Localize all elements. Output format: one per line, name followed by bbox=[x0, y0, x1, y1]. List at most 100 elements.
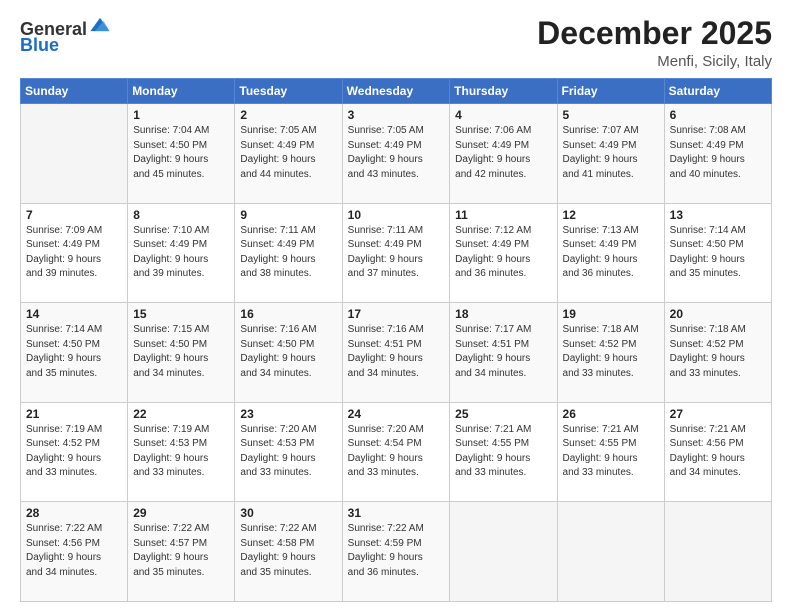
calendar-cell: 8 Sunrise: 7:10 AM Sunset: 4:49 PM Daylig… bbox=[128, 203, 235, 303]
header-sunday: Sunday bbox=[21, 79, 128, 104]
day-number: 31 bbox=[348, 506, 445, 520]
calendar-cell: 2 Sunrise: 7:05 AM Sunset: 4:49 PM Daylig… bbox=[235, 104, 342, 204]
day-number: 14 bbox=[26, 307, 122, 321]
day-info: Sunrise: 7:07 AM Sunset: 4:49 PM Dayligh… bbox=[563, 124, 659, 182]
calendar-cell: 13 Sunrise: 7:14 AM Sunset: 4:50 PM Dayli… bbox=[664, 203, 771, 303]
calendar-week-4: 28 Sunrise: 7:22 AM Sunset: 4:56 PM Dayli… bbox=[21, 502, 772, 602]
day-number: 21 bbox=[26, 407, 122, 421]
calendar-header-row: Sunday Monday Tuesday Wednesday Thursday… bbox=[21, 79, 772, 104]
day-info: Sunrise: 7:22 AM Sunset: 4:56 PM Dayligh… bbox=[26, 522, 122, 580]
day-number: 9 bbox=[240, 208, 336, 222]
day-info: Sunrise: 7:14 AM Sunset: 4:50 PM Dayligh… bbox=[26, 323, 122, 381]
day-number: 23 bbox=[240, 407, 336, 421]
calendar-cell: 1 Sunrise: 7:04 AM Sunset: 4:50 PM Daylig… bbox=[128, 104, 235, 204]
calendar-cell: 15Sunrise: 7:15 AM Sunset: 4:50 PM Dayli… bbox=[128, 303, 235, 403]
day-number: 25 bbox=[455, 407, 551, 421]
day-number: 17 bbox=[348, 307, 445, 321]
day-info: Sunrise: 7:21 AM Sunset: 4:56 PM Dayligh… bbox=[670, 423, 766, 481]
calendar-cell bbox=[557, 502, 664, 602]
day-info: Sunrise: 7:13 AM Sunset: 4:49 PM Dayligh… bbox=[563, 224, 659, 282]
calendar-cell: 29 Sunrise: 7:22 AM Sunset: 4:57 PM Dayli… bbox=[128, 502, 235, 602]
calendar-cell: 3 Sunrise: 7:05 AM Sunset: 4:49 PM Daylig… bbox=[342, 104, 450, 204]
calendar-cell bbox=[664, 502, 771, 602]
day-number: 20 bbox=[670, 307, 766, 321]
calendar-cell: 30 Sunrise: 7:22 AM Sunset: 4:58 PM Dayli… bbox=[235, 502, 342, 602]
day-number: 12 bbox=[563, 208, 659, 222]
calendar-cell: 10 Sunrise: 7:11 AM Sunset: 4:49 PM Dayli… bbox=[342, 203, 450, 303]
calendar-cell: 14 Sunrise: 7:14 AM Sunset: 4:50 PM Dayli… bbox=[21, 303, 128, 403]
day-info: Sunrise: 7:08 AM Sunset: 4:49 PM Dayligh… bbox=[670, 124, 766, 182]
day-info: Sunrise: 7:05 AM Sunset: 4:49 PM Dayligh… bbox=[348, 124, 445, 182]
day-number: 24 bbox=[348, 407, 445, 421]
calendar-cell: 22Sunrise: 7:19 AM Sunset: 4:53 PM Dayli… bbox=[128, 402, 235, 502]
title-block: December 2025 Menfi, Sicily, Italy bbox=[537, 16, 772, 70]
day-info: Sunrise: 7:10 AM Sunset: 4:49 PM Dayligh… bbox=[133, 224, 229, 282]
calendar-cell: 17 Sunrise: 7:16 AM Sunset: 4:51 PM Dayli… bbox=[342, 303, 450, 403]
day-number: 11 bbox=[455, 208, 551, 222]
calendar-cell: 28 Sunrise: 7:22 AM Sunset: 4:56 PM Dayli… bbox=[21, 502, 128, 602]
calendar-table: Sunday Monday Tuesday Wednesday Thursday… bbox=[20, 78, 772, 602]
calendar-cell: 21 Sunrise: 7:19 AM Sunset: 4:52 PM Dayli… bbox=[21, 402, 128, 502]
day-info: Sunrise: 7:16 AM Sunset: 4:51 PM Dayligh… bbox=[348, 323, 445, 381]
day-info: Sunrise: 7:22 AM Sunset: 4:58 PM Dayligh… bbox=[240, 522, 336, 580]
calendar-cell: 4 Sunrise: 7:06 AM Sunset: 4:49 PM Daylig… bbox=[450, 104, 557, 204]
calendar-cell: 27 Sunrise: 7:21 AM Sunset: 4:56 PM Dayli… bbox=[664, 402, 771, 502]
day-info: Sunrise: 7:22 AM Sunset: 4:59 PM Dayligh… bbox=[348, 522, 445, 580]
day-number: 19 bbox=[563, 307, 659, 321]
calendar-cell: 23 Sunrise: 7:20 AM Sunset: 4:53 PM Dayli… bbox=[235, 402, 342, 502]
day-info: Sunrise: 7:06 AM Sunset: 4:49 PM Dayligh… bbox=[455, 124, 551, 182]
calendar-cell: 6 Sunrise: 7:08 AM Sunset: 4:49 PM Daylig… bbox=[664, 104, 771, 204]
subtitle: Menfi, Sicily, Italy bbox=[537, 53, 772, 70]
day-number: 10 bbox=[348, 208, 445, 222]
day-info: Sunrise: 7:11 AM Sunset: 4:49 PM Dayligh… bbox=[348, 224, 445, 282]
calendar-cell: 16Sunrise: 7:16 AM Sunset: 4:50 PM Dayli… bbox=[235, 303, 342, 403]
calendar-cell: 31 Sunrise: 7:22 AM Sunset: 4:59 PM Dayli… bbox=[342, 502, 450, 602]
day-number: 6 bbox=[670, 108, 766, 122]
calendar-cell: 12 Sunrise: 7:13 AM Sunset: 4:49 PM Dayli… bbox=[557, 203, 664, 303]
day-number: 4 bbox=[455, 108, 551, 122]
calendar-week-0: 1 Sunrise: 7:04 AM Sunset: 4:50 PM Daylig… bbox=[21, 104, 772, 204]
day-number: 16 bbox=[240, 307, 336, 321]
day-number: 5 bbox=[563, 108, 659, 122]
header-tuesday: Tuesday bbox=[235, 79, 342, 104]
day-number: 27 bbox=[670, 407, 766, 421]
calendar-cell: 26Sunrise: 7:21 AM Sunset: 4:55 PM Dayli… bbox=[557, 402, 664, 502]
calendar-week-3: 21 Sunrise: 7:19 AM Sunset: 4:52 PM Dayli… bbox=[21, 402, 772, 502]
day-info: Sunrise: 7:15 AM Sunset: 4:50 PM Dayligh… bbox=[133, 323, 229, 381]
logo: General Blue bbox=[20, 20, 111, 56]
header-thursday: Thursday bbox=[450, 79, 557, 104]
day-info: Sunrise: 7:18 AM Sunset: 4:52 PM Dayligh… bbox=[670, 323, 766, 381]
day-number: 8 bbox=[133, 208, 229, 222]
day-info: Sunrise: 7:09 AM Sunset: 4:49 PM Dayligh… bbox=[26, 224, 122, 282]
day-info: Sunrise: 7:12 AM Sunset: 4:49 PM Dayligh… bbox=[455, 224, 551, 282]
day-info: Sunrise: 7:22 AM Sunset: 4:57 PM Dayligh… bbox=[133, 522, 229, 580]
calendar-cell: 5 Sunrise: 7:07 AM Sunset: 4:49 PM Daylig… bbox=[557, 104, 664, 204]
day-number: 18 bbox=[455, 307, 551, 321]
day-number: 22 bbox=[133, 407, 229, 421]
day-info: Sunrise: 7:21 AM Sunset: 4:55 PM Dayligh… bbox=[563, 423, 659, 481]
day-number: 2 bbox=[240, 108, 336, 122]
day-number: 29 bbox=[133, 506, 229, 520]
header-saturday: Saturday bbox=[664, 79, 771, 104]
day-number: 1 bbox=[133, 108, 229, 122]
calendar-cell bbox=[450, 502, 557, 602]
day-info: Sunrise: 7:14 AM Sunset: 4:50 PM Dayligh… bbox=[670, 224, 766, 282]
day-info: Sunrise: 7:17 AM Sunset: 4:51 PM Dayligh… bbox=[455, 323, 551, 381]
calendar-cell: 25 Sunrise: 7:21 AM Sunset: 4:55 PM Dayli… bbox=[450, 402, 557, 502]
day-info: Sunrise: 7:05 AM Sunset: 4:49 PM Dayligh… bbox=[240, 124, 336, 182]
header: General Blue December 2025 Menfi, Sicily… bbox=[20, 16, 772, 70]
calendar-cell: 7 Sunrise: 7:09 AM Sunset: 4:49 PM Daylig… bbox=[21, 203, 128, 303]
day-info: Sunrise: 7:04 AM Sunset: 4:50 PM Dayligh… bbox=[133, 124, 229, 182]
day-info: Sunrise: 7:21 AM Sunset: 4:55 PM Dayligh… bbox=[455, 423, 551, 481]
calendar-cell: 11 Sunrise: 7:12 AM Sunset: 4:49 PM Dayli… bbox=[450, 203, 557, 303]
day-number: 30 bbox=[240, 506, 336, 520]
day-number: 28 bbox=[26, 506, 122, 520]
day-info: Sunrise: 7:20 AM Sunset: 4:54 PM Dayligh… bbox=[348, 423, 445, 481]
day-info: Sunrise: 7:19 AM Sunset: 4:52 PM Dayligh… bbox=[26, 423, 122, 481]
day-number: 7 bbox=[26, 208, 122, 222]
day-number: 3 bbox=[348, 108, 445, 122]
header-wednesday: Wednesday bbox=[342, 79, 450, 104]
day-number: 13 bbox=[670, 208, 766, 222]
header-monday: Monday bbox=[128, 79, 235, 104]
day-info: Sunrise: 7:20 AM Sunset: 4:53 PM Dayligh… bbox=[240, 423, 336, 481]
